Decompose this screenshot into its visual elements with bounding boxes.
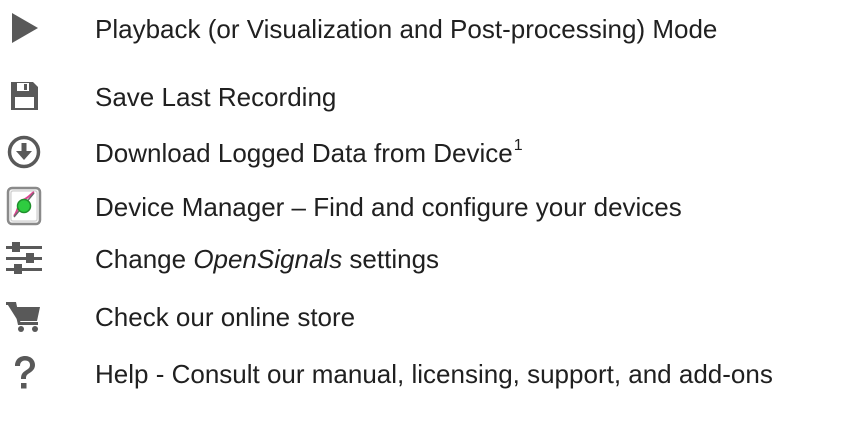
legend-row-help: Help - Consult our manual, licensing, su…: [0, 347, 860, 399]
sliders-settings-icon: [4, 239, 44, 277]
floppy-disk-save-icon: [4, 77, 44, 115]
legend-label-save: Save Last Recording: [95, 82, 337, 112]
question-mark-icon: [4, 354, 44, 392]
legend-row-store: Check our online store: [0, 290, 860, 342]
footnote-marker: 1: [513, 137, 523, 155]
shopping-cart-icon: [4, 297, 44, 335]
legend-label-playback: Playback (or Visualization and Post-proc…: [95, 14, 718, 44]
legend-row-device-manager: Device Manager – Find and configure your…: [0, 180, 860, 232]
legend-label-settings: Change OpenSignals settings: [95, 244, 440, 274]
icon-legend: Playback (or Visualization and Post-proc…: [0, 0, 860, 431]
legend-row-playback: Playback (or Visualization and Post-proc…: [0, 2, 860, 54]
legend-row-download: Download Logged Data from Device1: [0, 126, 860, 178]
legend-label-download: Download Logged Data from Device1: [95, 137, 523, 168]
legend-label-device-manager: Device Manager – Find and configure your…: [95, 192, 682, 222]
legend-label-help: Help - Consult our manual, licensing, su…: [95, 359, 773, 389]
legend-label-store: Check our online store: [95, 302, 356, 332]
download-circle-icon: [4, 133, 44, 171]
device-manager-icon: [4, 186, 44, 226]
legend-row-settings: Change OpenSignals settings: [0, 232, 860, 284]
legend-row-save: Save Last Recording: [0, 70, 860, 122]
play-icon: [4, 9, 44, 47]
